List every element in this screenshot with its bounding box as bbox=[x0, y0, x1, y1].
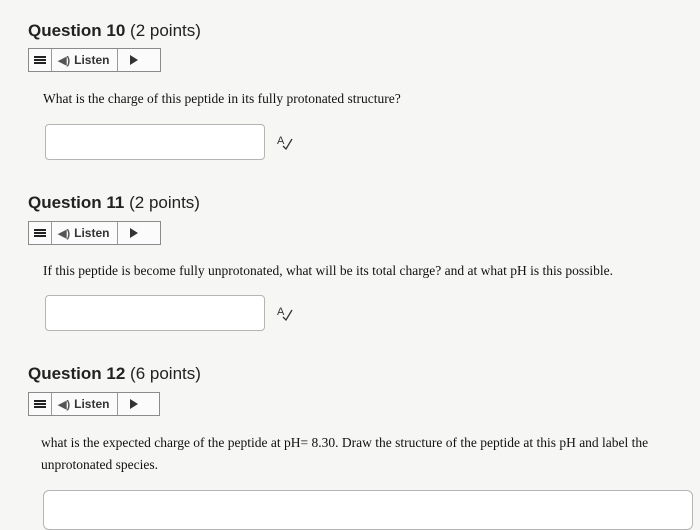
spellcheck-icon[interactable]: A bbox=[276, 304, 298, 326]
svg-text:A: A bbox=[277, 306, 285, 318]
listen-button[interactable]: ◀) Listen bbox=[52, 393, 119, 415]
answer-input[interactable] bbox=[45, 124, 265, 160]
svg-text:A: A bbox=[277, 135, 285, 147]
menu-icon[interactable] bbox=[29, 49, 52, 71]
listen-button[interactable]: ◀) Listen bbox=[52, 49, 119, 71]
listen-label: Listen bbox=[74, 53, 110, 67]
question-text: what is the expected charge of the pepti… bbox=[41, 435, 649, 472]
menu-icon[interactable] bbox=[29, 393, 52, 415]
answer-textarea[interactable] bbox=[43, 490, 693, 530]
question-number: Question 12 bbox=[28, 364, 126, 383]
question-points: (6 points) bbox=[130, 364, 201, 383]
question-title: Question 10 (2 points) bbox=[28, 21, 201, 41]
play-icon bbox=[130, 55, 139, 65]
listen-button[interactable]: ◀) Listen bbox=[52, 222, 119, 244]
question-points: (2 points) bbox=[130, 21, 201, 40]
listen-label: Listen bbox=[74, 397, 110, 411]
speaker-icon: ◀) bbox=[58, 54, 71, 67]
question-number: Question 11 bbox=[28, 193, 125, 212]
question-points: (2 points) bbox=[129, 193, 200, 212]
play-button[interactable] bbox=[118, 393, 150, 415]
listen-toolbar: ◀) Listen bbox=[28, 392, 160, 416]
question-title: Question 12 (6 points) bbox=[28, 364, 201, 384]
play-button[interactable] bbox=[118, 222, 150, 244]
question-number: Question 10 bbox=[28, 21, 126, 40]
listen-toolbar: ◀) Listen bbox=[28, 48, 161, 72]
question-text: If this peptide is become fully unproton… bbox=[43, 263, 614, 278]
question-title: Question 11 (2 points) bbox=[28, 193, 200, 213]
play-icon bbox=[130, 399, 139, 409]
speaker-icon: ◀) bbox=[58, 227, 71, 240]
answer-input[interactable] bbox=[45, 295, 265, 331]
spellcheck-icon[interactable]: A bbox=[276, 133, 298, 155]
play-button[interactable] bbox=[118, 49, 150, 71]
listen-label: Listen bbox=[74, 226, 110, 240]
question-text: What is the charge of this peptide in it… bbox=[43, 91, 401, 106]
speaker-icon: ◀) bbox=[58, 398, 71, 411]
play-icon bbox=[130, 228, 139, 238]
listen-toolbar: ◀) Listen bbox=[28, 221, 161, 245]
menu-icon[interactable] bbox=[29, 222, 52, 244]
